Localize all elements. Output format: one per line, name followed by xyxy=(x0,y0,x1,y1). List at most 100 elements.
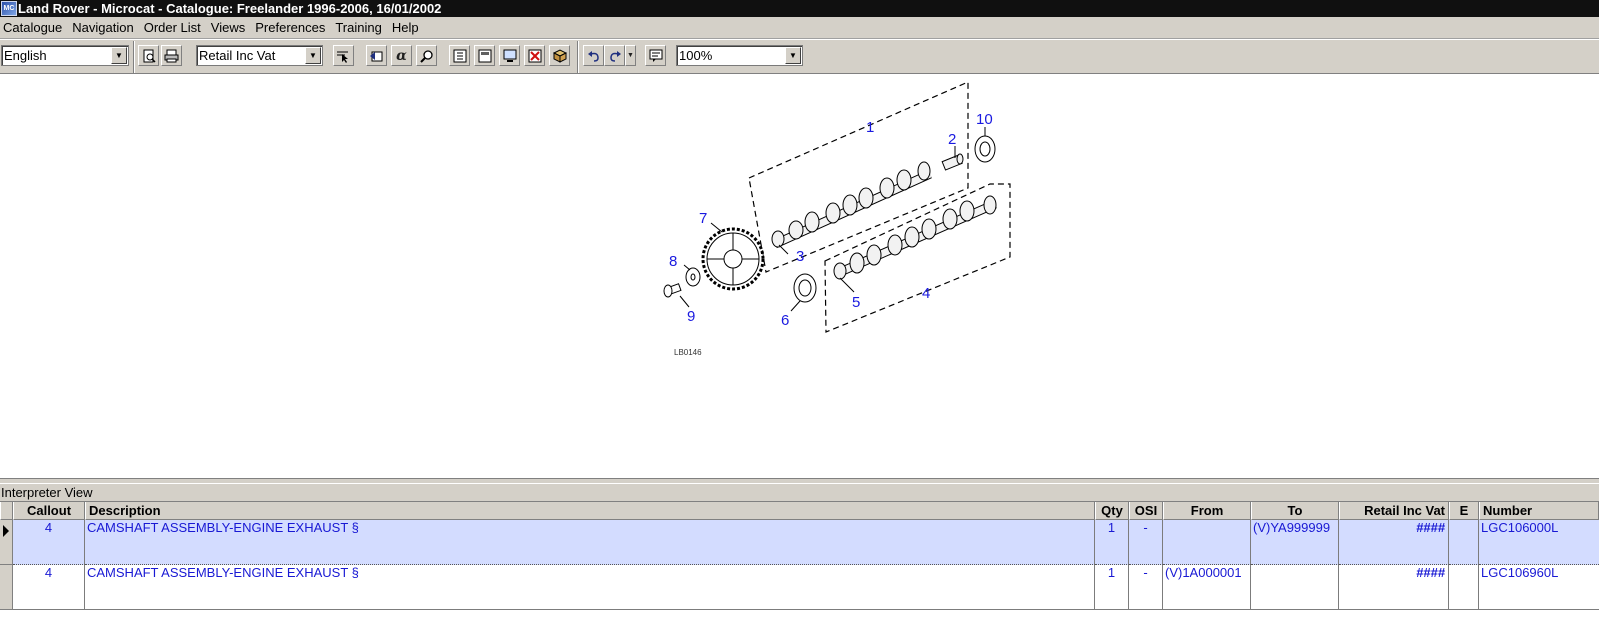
catalogue-button[interactable] xyxy=(549,45,570,66)
parts-grid: Callout Description Qty OSI From To Reta… xyxy=(0,502,1599,625)
close-x-icon xyxy=(528,49,541,62)
callout-8[interactable]: 8 xyxy=(669,253,677,270)
notes-button[interactable] xyxy=(645,45,666,66)
redo-menu-button[interactable]: ▼ xyxy=(625,45,636,66)
col-retail-inc-vat[interactable]: Retail Inc Vat xyxy=(1339,502,1449,520)
callout-5[interactable]: 5 xyxy=(852,294,860,311)
col-e[interactable]: E xyxy=(1449,502,1479,520)
zoom-select[interactable]: 100% ▼ xyxy=(676,45,803,66)
cell-qty[interactable]: 1 xyxy=(1095,520,1129,565)
cell-osi[interactable]: - xyxy=(1129,565,1163,610)
monitor-icon xyxy=(503,49,516,62)
col-description[interactable]: Description xyxy=(85,502,1095,520)
col-from[interactable]: From xyxy=(1163,502,1251,520)
chevron-down-icon[interactable]: ▼ xyxy=(111,47,127,64)
col-number[interactable]: Number xyxy=(1479,502,1599,520)
cell-number[interactable]: LGC106960L xyxy=(1479,565,1599,610)
list-icon xyxy=(478,49,491,62)
cell-callout[interactable]: 4 xyxy=(13,520,85,565)
menu-navigation[interactable]: Navigation xyxy=(69,20,140,35)
menu-help[interactable]: Help xyxy=(389,20,426,35)
menu-bar: Catalogue Navigation Order List Views Pr… xyxy=(0,17,1599,39)
cell-from[interactable]: (V)1A000001 xyxy=(1163,565,1251,610)
cell-price[interactable]: #### xyxy=(1339,520,1449,565)
dowel-pin xyxy=(941,153,964,171)
col-qty[interactable]: Qty xyxy=(1095,502,1129,520)
grid-header-row: Callout Description Qty OSI From To Reta… xyxy=(0,502,1599,520)
interpreter-view-header: Interpreter View xyxy=(0,484,1599,502)
alpha-icon: α xyxy=(396,47,407,64)
price-type-select[interactable]: Retail Inc Vat ▼ xyxy=(196,45,323,66)
redo-button[interactable] xyxy=(604,45,625,66)
cell-to[interactable] xyxy=(1251,565,1339,610)
print-button[interactable] xyxy=(161,45,182,66)
redo-menu-icon: ▼ xyxy=(627,52,634,59)
close-button[interactable] xyxy=(524,45,545,66)
parts-diagram-canvas: 1 2 3 4 5 6 7 8 9 10 LB0146 xyxy=(0,74,1599,478)
toolbar-separator xyxy=(577,41,579,73)
menu-catalogue[interactable]: Catalogue xyxy=(0,20,69,35)
catalogue-book-icon xyxy=(552,48,567,63)
col-to[interactable]: To xyxy=(1251,502,1339,520)
callout-1[interactable]: 1 xyxy=(866,119,874,136)
washer xyxy=(685,267,701,287)
callout-7[interactable]: 7 xyxy=(699,210,707,227)
find-button[interactable] xyxy=(416,45,437,66)
cell-callout[interactable]: 4 xyxy=(13,565,85,610)
table-row[interactable]: 4 CAMSHAFT ASSEMBLY-ENGINE EXHAUST § 1 -… xyxy=(0,565,1599,610)
cell-description[interactable]: CAMSHAFT ASSEMBLY-ENGINE EXHAUST § xyxy=(85,520,1095,565)
row-header-corner xyxy=(0,502,13,520)
list-button[interactable] xyxy=(474,45,495,66)
callout-10[interactable]: 10 xyxy=(976,111,993,128)
language-select[interactable]: English ▼ xyxy=(1,45,129,66)
undo-button[interactable] xyxy=(583,45,604,66)
cell-number[interactable]: LGC106000L xyxy=(1479,520,1599,565)
select-button[interactable] xyxy=(333,45,354,66)
cell-from[interactable] xyxy=(1163,520,1251,565)
export-button[interactable] xyxy=(366,45,387,66)
cell-to[interactable]: (V)YA999999 xyxy=(1251,520,1339,565)
menu-training[interactable]: Training xyxy=(332,20,388,35)
row-selector[interactable] xyxy=(0,565,13,610)
bookmark-icon xyxy=(453,49,466,62)
cell-qty[interactable]: 1 xyxy=(1095,565,1129,610)
cell-e[interactable] xyxy=(1449,565,1479,610)
app-logo-icon: MC xyxy=(1,1,17,16)
menu-views[interactable]: Views xyxy=(208,20,252,35)
callout-4[interactable]: 4 xyxy=(922,285,930,302)
oil-seal-upper xyxy=(974,135,996,163)
select-arrow-icon xyxy=(336,51,348,63)
price-type-value: Retail Inc Vat xyxy=(199,48,276,63)
undo-icon xyxy=(587,50,599,62)
row-selector[interactable] xyxy=(0,520,13,565)
cell-e[interactable] xyxy=(1449,520,1479,565)
language-value: English xyxy=(4,48,47,63)
alpha-button[interactable]: α xyxy=(391,45,412,66)
current-row-pointer-icon xyxy=(3,525,9,537)
monitor-button[interactable] xyxy=(499,45,520,66)
cell-description[interactable]: CAMSHAFT ASSEMBLY-ENGINE EXHAUST § xyxy=(85,565,1095,610)
window-title: Land Rover - Microcat - Catalogue: Freel… xyxy=(18,1,442,16)
callout-6[interactable]: 6 xyxy=(781,312,789,329)
find-icon xyxy=(419,49,433,63)
col-osi[interactable]: OSI xyxy=(1129,502,1163,520)
bookmark-button[interactable] xyxy=(449,45,470,66)
menu-order-list[interactable]: Order List xyxy=(141,20,208,35)
oil-seal-lower xyxy=(793,273,817,303)
callout-2[interactable]: 2 xyxy=(948,131,956,148)
menu-preferences[interactable]: Preferences xyxy=(252,20,332,35)
callout-9[interactable]: 9 xyxy=(687,308,695,325)
chevron-down-icon[interactable]: ▼ xyxy=(785,47,801,64)
table-row[interactable]: 4 CAMSHAFT ASSEMBLY-ENGINE EXHAUST § 1 -… xyxy=(0,520,1599,565)
cell-osi[interactable]: - xyxy=(1129,520,1163,565)
title-bar: MC Land Rover - Microcat - Catalogue: Fr… xyxy=(0,0,1599,17)
interpreter-view-title: Interpreter View xyxy=(1,485,93,500)
chevron-down-icon[interactable]: ▼ xyxy=(305,47,321,64)
callout-3[interactable]: 3 xyxy=(796,248,804,265)
export-icon xyxy=(370,51,383,61)
cell-price[interactable]: #### xyxy=(1339,565,1449,610)
print-preview-button[interactable] xyxy=(138,45,159,66)
exploded-parts-diagram[interactable]: 1 2 3 4 5 6 7 8 9 10 LB0146 xyxy=(0,74,1599,478)
toolbar: English ▼ Retail Inc Vat ▼ α ▼ 100% ▼ xyxy=(0,39,1599,74)
col-callout[interactable]: Callout xyxy=(13,502,85,520)
